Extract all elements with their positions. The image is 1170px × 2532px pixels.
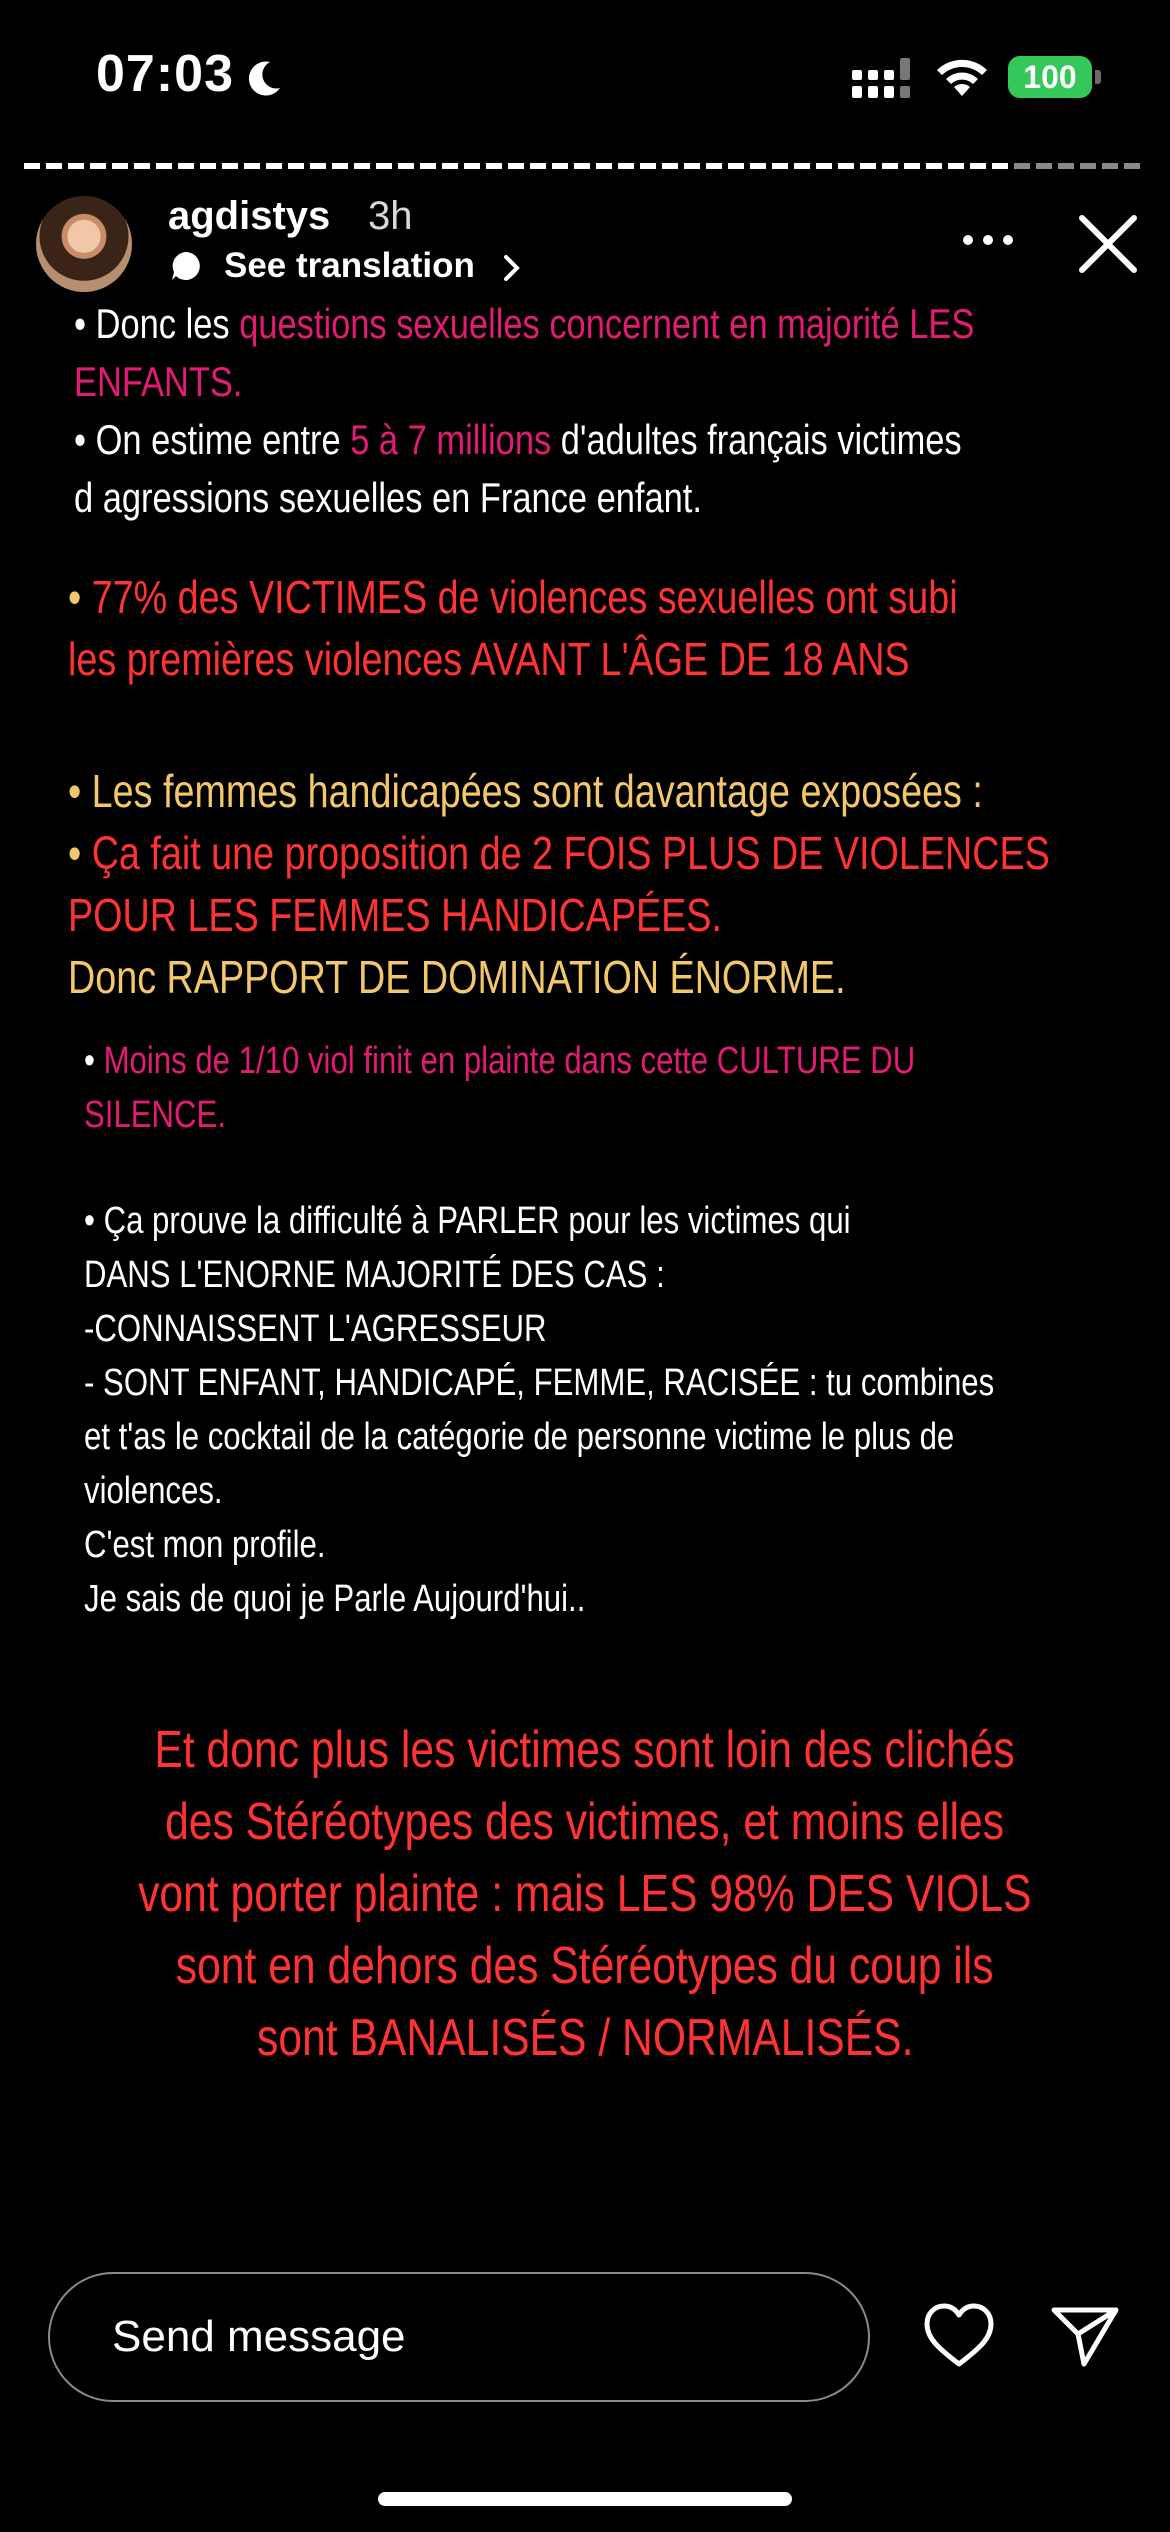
text-line: Et donc plus les victimes sont loin des … [0,1720,1170,1780]
home-indicator[interactable] [378,2492,792,2506]
text-line: • Moins de 1/10 viol finit en plainte da… [84,1040,915,1083]
text-line: les premières violences AVANT L'ÂGE DE 1… [68,633,910,685]
text-segment: Et donc plus les victimes sont loin des … [154,1721,1016,1779]
moon-icon [248,61,280,96]
text-line: C'est mon profile. [84,1524,326,1566]
text-line: - SONT ENFANT, HANDICAPÉ, FEMME, RACISÉE… [84,1362,995,1404]
text-line: ENFANTS. [74,358,243,405]
text-line: POUR LES FEMMES HANDICAPÉES. [68,889,722,941]
close-icon[interactable] [1076,212,1140,276]
text-segment: 77% des VICTIMES de violences sexuelles … [91,571,958,623]
text-line: • Donc les questions sexuelles concernen… [74,300,974,348]
text-segment: • On estime entre [74,416,351,463]
text-line: • Ça prouve la difficulté à PARLER pour … [84,1200,851,1242]
text-line: Je sais de quoi je Parle Aujourd'hui.. [84,1578,586,1620]
text-segment: • [68,827,92,879]
text-segment: sont en dehors des Stéréotypes du coup i… [176,1937,994,1995]
text-segment: • Donc les [74,300,240,347]
heart-icon[interactable] [922,2302,996,2370]
text-segment: Moins de 1/10 viol finit en plainte dans… [103,1040,916,1082]
text-line: et t'as le cocktail de la catégorie de p… [84,1416,955,1458]
text-line: • 77% des VICTIMES de violences sexuelle… [68,570,958,624]
text-line: • On estime entre 5 à 7 millions d'adult… [74,416,962,464]
send-icon[interactable] [1050,2302,1120,2370]
text-segment: questions sexuelles concernent en majori… [239,300,975,347]
text-line: sont BANALISÉS / NORMALISÉS. [0,2008,1170,2068]
status-time: 07:03 [96,45,234,103]
text-line: • Ça fait une proposition de 2 FOIS PLUS… [68,826,1050,880]
text-line: sont en dehors des Stéréotypes du coup i… [0,1936,1170,1996]
battery-tip [1095,70,1101,84]
story-content: • Donc les questions sexuelles concernen… [0,300,1170,2100]
text-line: SILENCE. [84,1094,227,1136]
translate-icon[interactable] [170,250,202,282]
battery-icon: 100 [1008,56,1092,98]
text-segment: • [84,1040,104,1082]
text-line: vont porter plainte : mais LES 98% DES V… [0,1864,1170,1924]
text-line: -CONNAISSENT L'AGRESSEUR [84,1308,547,1350]
text-line: • Les femmes handicapées sont davantage … [68,765,983,817]
text-segment: 5 à 7 millions [350,416,552,463]
timestamp: 3h [368,194,413,238]
text-segment: RAPPORT DE DOMINATION ÉNORME. [166,951,846,1003]
battery-level: 100 [1023,59,1077,95]
signal-icon [852,58,910,98]
text-line: des Stéréotypes des victimes, et moins e… [0,1792,1170,1852]
avatar[interactable] [36,196,132,292]
message-placeholder: Send message [112,2312,406,2361]
text-segment: d'adultes français victimes [551,416,962,463]
text-segment: des Stéréotypes des victimes, et moins e… [165,1793,1005,1851]
more-icon[interactable] [960,232,1016,248]
text-segment: vont porter plainte : mais LES 98% DES V… [138,1865,1032,1923]
text-line: Donc RAPPORT DE DOMINATION ÉNORME. [68,950,846,1004]
text-segment: sont BANALISÉS / NORMALISÉS. [256,2009,914,2067]
see-translation-button[interactable]: See translation [224,246,475,286]
text-line: DANS L'ENORNE MAJORITÉ DES CAS : [84,1254,665,1296]
story-progress-fill [24,163,1012,169]
username[interactable]: agdistys [168,194,330,239]
wifi-icon [937,59,987,96]
text-segment: Ça fait une proposition de 2 FOIS PLUS D… [91,827,1050,879]
text-line: violences. [84,1470,223,1512]
text-segment: Donc [68,951,167,1003]
send-message-input[interactable]: Send message [48,2272,870,2402]
chevron-right-icon[interactable] [502,254,522,282]
status-bar: 07:03 100 [0,0,1170,150]
text-segment: • [68,571,92,623]
text-line: d agressions sexuelles en France enfant. [74,474,702,521]
